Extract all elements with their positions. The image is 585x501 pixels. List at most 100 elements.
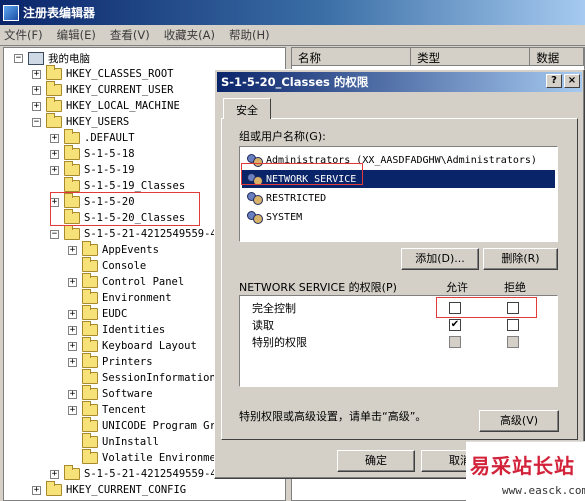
tree-node-label: .DEFAULT (84, 132, 135, 144)
tree-node[interactable]: UnInstall (68, 433, 159, 450)
user-name: SYSTEM (266, 211, 303, 223)
tree-node[interactable]: UNICODE Program Gr (68, 417, 216, 434)
help-button[interactable]: ? (546, 74, 562, 88)
tree-node-label: SessionInformation (102, 372, 216, 384)
folder-icon (46, 81, 62, 96)
expand-icon[interactable]: + (50, 165, 59, 175)
tree-node[interactable]: + Tencent (68, 401, 146, 418)
tree-node[interactable]: + S-1-5-20 (50, 193, 135, 210)
tree-node[interactable]: + Keyboard Layout (68, 337, 197, 354)
tab-security[interactable]: 安全 (223, 98, 271, 119)
allow-checkbox[interactable] (449, 302, 461, 314)
tree-node[interactable]: S-1-5-19_Classes (50, 177, 185, 194)
close-button[interactable]: × (564, 74, 580, 88)
folder-icon (46, 65, 62, 80)
folder-icon (82, 449, 98, 464)
menu-help[interactable]: 帮助(H) (229, 27, 270, 43)
tree-node[interactable]: + HKEY_CURRENT_USER (32, 81, 173, 98)
menu-view[interactable]: 查看(V) (110, 27, 150, 43)
expand-icon[interactable]: + (68, 405, 77, 415)
advanced-button[interactable]: 高级(V) (479, 410, 559, 432)
deny-checkbox[interactable] (507, 302, 519, 314)
tree-node[interactable]: + HKEY_CLASSES_ROOT (32, 65, 173, 82)
folder-icon (82, 273, 98, 288)
menu-bar: 文件(F) 编辑(E) 查看(V) 收藏夹(A) 帮助(H) (0, 25, 585, 46)
tree-node[interactable]: + AppEvents (68, 241, 159, 258)
folder-icon (82, 305, 98, 320)
tree-node[interactable]: Volatile Environme (68, 449, 216, 466)
tree-node[interactable]: Console (68, 257, 146, 274)
tree-node[interactable]: − S-1-5-21-4212549559-4 (50, 225, 217, 242)
tree-node[interactable]: + Printers (68, 353, 153, 370)
expand-icon[interactable]: + (68, 389, 77, 399)
menu-file[interactable]: 文件(F) (4, 27, 43, 43)
permission-name: 完全控制 (252, 302, 296, 315)
user-list-item[interactable]: Administrators (XX_AASDFADGHW\Administra… (242, 151, 555, 169)
tree-node[interactable]: + S-1-5-21-4212549559-4 (50, 465, 217, 482)
tree-node[interactable]: + S-1-5-19 (50, 161, 135, 178)
tree-node-label: EUDC (102, 308, 128, 320)
expand-icon[interactable]: + (32, 69, 41, 79)
collapse-icon[interactable]: − (32, 117, 41, 127)
tree-node-label: S-1-5-21-4212549559-4 (84, 228, 217, 240)
expand-icon[interactable]: + (68, 357, 77, 367)
folder-icon (64, 465, 80, 480)
expand-icon[interactable]: + (68, 277, 77, 287)
expand-icon[interactable]: + (50, 149, 59, 159)
tree-node-label: S-1-5-19 (84, 164, 135, 176)
expand-icon[interactable]: + (50, 133, 59, 143)
column-name[interactable]: 名称 (292, 48, 412, 66)
ok-button[interactable]: 确定 (337, 450, 415, 472)
expand-icon[interactable]: + (50, 197, 59, 207)
user-group-icon (246, 172, 263, 186)
allow-header: 允许 (446, 281, 468, 294)
column-data[interactable]: 数据 (530, 48, 584, 66)
watermark-url: www.easck.com (502, 484, 585, 497)
add-button[interactable]: 添加(D)... (401, 248, 479, 270)
tree-node[interactable]: + S-1-5-18 (50, 145, 135, 162)
allow-checkbox (449, 336, 461, 348)
tree-node[interactable]: + Control Panel (68, 273, 184, 290)
expand-icon[interactable]: + (68, 245, 77, 255)
expand-icon[interactable]: + (32, 101, 41, 111)
expand-icon[interactable]: + (32, 485, 41, 495)
folder-icon (46, 97, 62, 112)
expand-icon[interactable]: + (68, 341, 77, 351)
menu-edit[interactable]: 编辑(E) (57, 27, 96, 43)
user-list-item[interactable]: RESTRICTED (242, 189, 555, 207)
watermark-logo: 易采站长站 (470, 454, 575, 478)
dialog-titlebar[interactable]: S-1-5-20_Classes 的权限 ? × (217, 72, 582, 92)
folder-icon (82, 385, 98, 400)
tree-node[interactable]: − HKEY_USERS (32, 113, 129, 130)
expand-icon[interactable]: + (68, 309, 77, 319)
tree-node[interactable]: + HKEY_CURRENT_CONFIG (32, 481, 186, 498)
tree-node[interactable]: + .DEFAULT (50, 129, 135, 146)
tree-node[interactable]: SessionInformation (68, 369, 216, 386)
tree-node[interactable]: + HKEY_LOCAL_MACHINE (32, 97, 180, 114)
column-type[interactable]: 类型 (411, 48, 531, 66)
remove-button[interactable]: 删除(R) (483, 248, 558, 270)
window-titlebar[interactable]: 注册表编辑器 (0, 0, 585, 25)
list-header: 名称 类型 数据 (292, 48, 584, 66)
tree-node[interactable]: − 我的电脑 (14, 50, 90, 66)
expand-icon[interactable]: + (50, 469, 59, 479)
tree-node[interactable]: + Identities (68, 321, 165, 338)
collapse-icon[interactable]: − (50, 229, 59, 239)
user-group-icon (246, 210, 263, 224)
deny-checkbox[interactable] (507, 319, 519, 331)
expand-icon[interactable]: + (68, 325, 77, 335)
permission-name: 特别的权限 (252, 336, 307, 349)
groups-label: 组或用户名称(G): (239, 130, 326, 143)
tree-node[interactable]: S-1-5-20_Classes (50, 209, 185, 226)
user-list-item[interactable]: SYSTEM (242, 208, 555, 226)
tree-node[interactable]: + Software (68, 385, 153, 402)
expand-icon[interactable]: + (32, 85, 41, 95)
tree-node[interactable]: + EUDC (68, 305, 128, 322)
user-name: RESTRICTED (266, 192, 327, 204)
user-list-item[interactable]: NETWORK SERVICE (242, 170, 555, 188)
menu-favorites[interactable]: 收藏夹(A) (164, 27, 215, 43)
allow-checkbox[interactable]: ✔ (449, 319, 461, 331)
tree-node[interactable]: Environment (68, 289, 172, 306)
collapse-icon[interactable]: − (14, 53, 23, 63)
users-list[interactable]: Administrators (XX_AASDFADGHW\Administra… (239, 146, 558, 242)
